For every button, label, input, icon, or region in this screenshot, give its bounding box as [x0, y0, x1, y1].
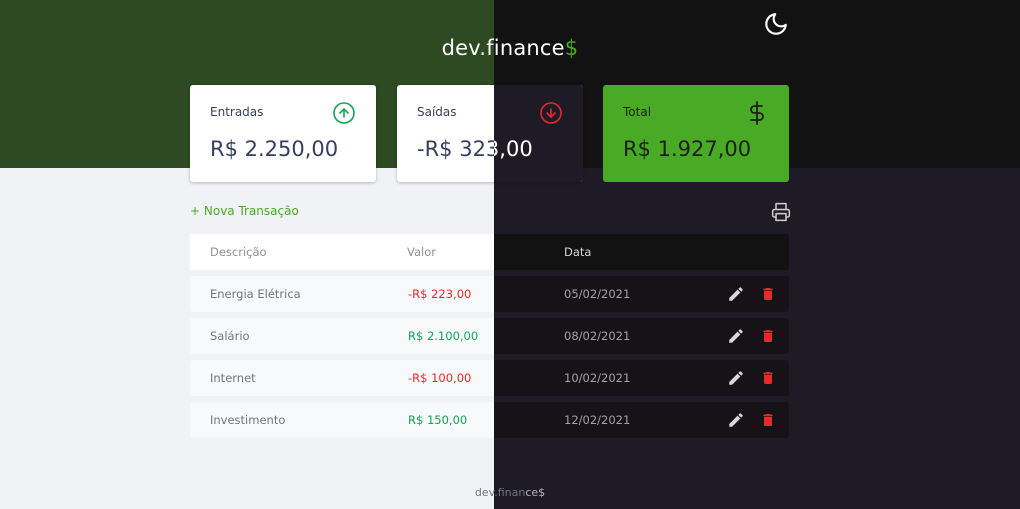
row-description: Energia Elétrica	[210, 287, 301, 301]
delete-button[interactable]	[760, 411, 776, 429]
table-row: Energia Elétrica -R$ 223,00 05/02/2021	[190, 276, 789, 312]
header-value: Valor	[407, 245, 436, 259]
expense-card: Saídas -R$ 323,00 -R$ 323,00	[397, 85, 583, 182]
income-card: Entradas R$ 2.250,00	[190, 85, 376, 182]
print-button[interactable]	[771, 202, 791, 222]
row-value: -R$ 100,00	[408, 371, 472, 385]
moon-icon	[765, 13, 787, 35]
table-row: Internet -R$ 100,00 10/02/2021	[190, 360, 789, 396]
delete-button[interactable]	[760, 285, 776, 303]
total-card-value: R$ 1.927,00	[623, 137, 752, 161]
row-value: R$ 2.100,00	[408, 329, 479, 343]
app-logo: dev.finance$	[441, 36, 579, 60]
row-value: -R$ 223,00	[408, 287, 472, 301]
table-row: Salário R$ 2.100,00 08/02/2021	[190, 318, 789, 354]
arrow-down-circle-icon	[540, 102, 562, 124]
pencil-icon	[729, 413, 743, 427]
table-row: Investimento R$ 150,00 12/02/2021	[190, 402, 789, 438]
trash-icon	[763, 288, 773, 300]
row-description: Internet	[210, 371, 256, 385]
trash-icon	[763, 330, 773, 342]
row-date: 05/02/2021	[564, 287, 631, 301]
row-value: R$ 150,00	[408, 413, 468, 427]
pencil-icon	[729, 329, 743, 343]
total-card: Total R$ 1.927,00	[603, 85, 789, 182]
header-date: Data	[564, 245, 592, 259]
delete-button[interactable]	[760, 327, 776, 345]
edit-button[interactable]	[727, 369, 745, 387]
row-description: Investimento	[210, 413, 286, 427]
arrow-up-circle-icon	[333, 102, 355, 124]
income-card-value: R$ 2.250,00	[210, 137, 339, 161]
pencil-icon	[729, 371, 743, 385]
table-header: Descrição Valor Data	[190, 234, 789, 270]
dollar-icon	[750, 101, 764, 125]
edit-button[interactable]	[727, 327, 745, 345]
footer-text: dev.finance$	[474, 486, 546, 499]
row-date: 12/02/2021	[564, 413, 631, 427]
row-date: 08/02/2021	[564, 329, 631, 343]
pencil-icon	[729, 287, 743, 301]
row-description: Salário	[210, 329, 250, 343]
edit-button[interactable]	[727, 285, 745, 303]
printer-icon	[771, 202, 791, 222]
trash-icon	[763, 372, 773, 384]
trash-icon	[763, 414, 773, 426]
edit-button[interactable]	[727, 411, 745, 429]
new-transaction-link[interactable]: + Nova Transação	[190, 204, 299, 218]
row-date: 10/02/2021	[564, 371, 631, 385]
delete-button[interactable]	[760, 369, 776, 387]
header-description: Descrição	[210, 245, 267, 259]
